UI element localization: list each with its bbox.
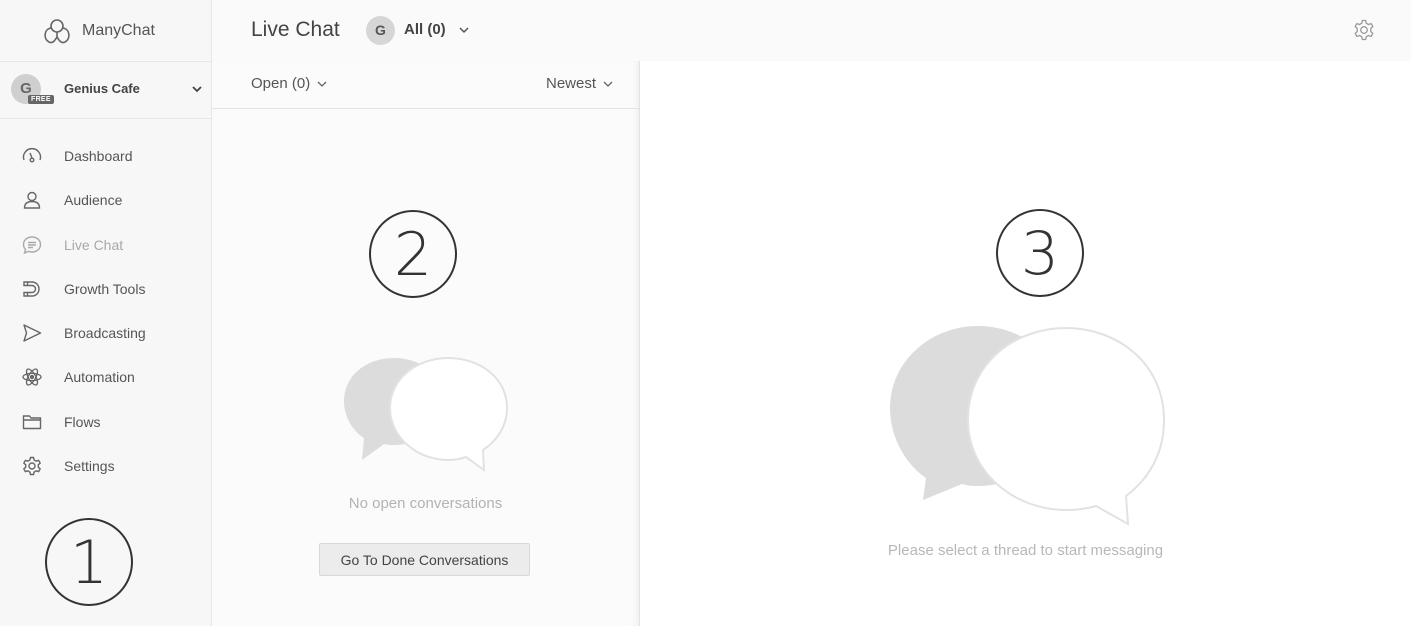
folder-icon [22,415,42,429]
status-filter-label: Open (0) [251,75,311,92]
sidebar-nav: Dashboard Audience Live Chat Growth Tool… [0,134,211,488]
status-filter-dropdown[interactable]: Open (0) [251,75,328,92]
atom-icon [22,368,42,387]
callout-marker-3: 3 [996,209,1084,297]
gear-icon[interactable] [1352,18,1376,42]
chevron-down-icon [317,81,327,87]
sidebar-item-growth-tools[interactable]: Growth Tools [0,267,211,311]
speedometer-icon [22,147,42,163]
empty-chat-bubbles-icon [344,356,509,473]
sidebar-item-label: Flows [64,413,101,430]
sidebar-item-label: Dashboard [64,148,133,164]
sidebar-item-dashboard[interactable]: Dashboard [0,134,211,178]
sidebar-item-automation[interactable]: Automation [0,355,211,399]
chevron-down-icon[interactable] [457,23,471,37]
sidebar-item-audience[interactable]: Audience [0,178,211,222]
conversation-list-panel: Open (0) Newest 2 No open conversations … [212,61,640,626]
person-icon [23,192,41,209]
sidebar-item-label: Audience [64,192,123,209]
sidebar-item-label: Broadcasting [64,325,146,342]
select-thread-message: Please select a thread to start messagin… [887,542,1164,559]
chevron-down-icon [192,86,202,93]
chat-icon [22,235,42,254]
conversation-scope-dropdown[interactable]: All (0) [404,21,446,38]
magnet-icon [23,281,40,297]
empty-list-message: No open conversations [348,495,503,512]
conversation-list-header: Open (0) Newest [212,61,639,109]
account-switcher[interactable]: G FREE Genius Cafe [0,62,211,119]
send-icon [23,324,42,342]
brand-header: ManyChat [0,0,211,62]
callout-marker-2: 2 [369,210,457,298]
account-name: Genius Cafe [64,81,140,96]
manychat-logo-icon[interactable] [40,17,74,47]
sidebar: ManyChat G FREE Genius Cafe Dashboard Au… [0,0,212,626]
sidebar-item-flows[interactable]: Flows [0,400,211,444]
empty-chat-bubbles-icon [890,326,1166,526]
page-filter-avatar[interactable]: G [366,16,395,45]
plan-badge: FREE [28,95,54,104]
callout-marker-1: 1 [45,518,133,606]
message-pane: 3 Please select a thread to start messag… [640,61,1411,626]
gear-icon [23,456,41,476]
chevron-down-icon [603,81,613,87]
go-to-done-conversations-button[interactable]: Go To Done Conversations [319,543,530,576]
sidebar-item-label: Growth Tools [64,280,146,297]
page-title: Live Chat [251,18,340,41]
sidebar-item-settings[interactable]: Settings [0,444,211,488]
sidebar-item-label: Live Chat [64,236,124,253]
sidebar-item-label: Settings [64,458,115,475]
top-bar: Live Chat G All (0) [212,0,1411,62]
sidebar-item-live-chat[interactable]: Live Chat [0,223,211,267]
brand-name: ManyChat [82,22,155,39]
sidebar-item-label: Automation [64,369,135,386]
sort-dropdown[interactable]: Newest [546,75,614,92]
sort-label: Newest [546,75,597,92]
sidebar-item-broadcasting[interactable]: Broadcasting [0,311,211,355]
